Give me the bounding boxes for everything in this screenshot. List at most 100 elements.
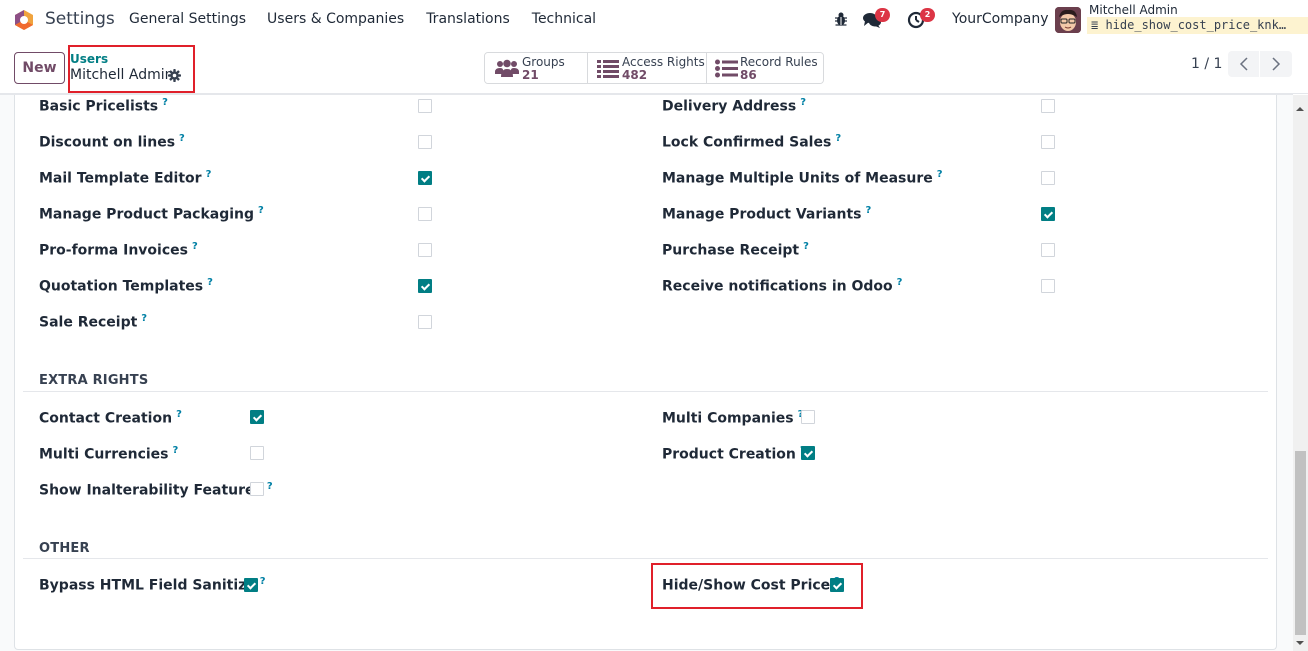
app-logo-icon[interactable]: [13, 9, 35, 31]
help-tooltip-icon[interactable]: ?: [206, 169, 212, 180]
pager-previous-button[interactable]: [1228, 51, 1260, 77]
field-label: Delivery Address?: [662, 97, 806, 115]
app-title[interactable]: Settings: [45, 9, 115, 29]
help-tooltip-icon[interactable]: ?: [267, 481, 273, 492]
checkbox-discount-on-lines[interactable]: [418, 135, 432, 149]
help-tooltip-icon[interactable]: ?: [835, 133, 841, 144]
users-icon: [495, 59, 519, 77]
control-panel-divider: [0, 94, 1293, 95]
help-tooltip-icon[interactable]: ?: [179, 133, 185, 144]
checkbox-manage-product-packaging[interactable]: [418, 207, 432, 221]
help-tooltip-icon[interactable]: ?: [800, 97, 806, 108]
user-name[interactable]: Mitchell Admin: [1089, 3, 1178, 17]
field-label: Discount on lines?: [39, 133, 185, 151]
field-label-text: Sale Receipt: [39, 314, 138, 331]
checkbox-contact-creation[interactable]: [250, 410, 264, 424]
section-divider: [23, 391, 1268, 392]
menu-users-companies[interactable]: Users & Companies: [267, 11, 404, 27]
checkbox-pro-forma-invoices[interactable]: [418, 243, 432, 257]
checkbox-product-creation[interactable]: [801, 446, 815, 460]
field-label-text: Multi Currencies: [39, 446, 169, 463]
field-label-text: Product Creation: [662, 446, 796, 463]
help-tooltip-icon[interactable]: ?: [897, 277, 903, 288]
database-icon: ≣: [1091, 18, 1106, 32]
checkbox-manage-product-variants[interactable]: [1041, 207, 1055, 221]
user-avatar[interactable]: [1055, 7, 1081, 33]
help-tooltip-icon[interactable]: ?: [192, 241, 198, 252]
checkbox-hide-show-cost-price[interactable]: [830, 578, 844, 592]
record-rules-label: Record Rules: [740, 55, 818, 69]
checkbox-mail-template-editor[interactable]: [418, 171, 432, 185]
field-label-text: Hide/Show Cost Price: [662, 577, 831, 594]
section-divider: [23, 558, 1268, 559]
groups-label: Groups: [522, 55, 565, 69]
access-rights-count: 482: [622, 68, 648, 82]
checkbox-delivery-address[interactable]: [1041, 99, 1055, 113]
scrollbar-thumb[interactable]: [1295, 451, 1306, 635]
record-rules-count: 86: [740, 68, 757, 82]
checkbox-multi-currencies[interactable]: [250, 446, 264, 460]
field-label-text: Receive notifications in Odoo: [662, 278, 893, 295]
help-tooltip-icon[interactable]: ?: [141, 313, 147, 324]
checkbox-multi-companies[interactable]: [801, 410, 815, 424]
chevron-left-icon: [1239, 57, 1248, 71]
help-tooltip-icon[interactable]: ?: [260, 576, 266, 587]
checkbox-quotation-templates[interactable]: [418, 279, 432, 293]
field-label-text: Basic Pricelists: [39, 98, 159, 115]
help-tooltip-icon[interactable]: ?: [803, 241, 809, 252]
field-label: Multi Companies?: [662, 409, 803, 427]
field-label: Sale Receipt?: [39, 313, 147, 331]
help-tooltip-icon[interactable]: ?: [162, 97, 168, 108]
help-tooltip-icon[interactable]: ?: [173, 445, 179, 456]
list-icon: [597, 60, 619, 78]
field-label-text: Bypass HTML Field Sanitize: [39, 577, 256, 594]
checkbox-basic-pricelists[interactable]: [418, 99, 432, 113]
field-label: Manage Product Packaging?: [39, 205, 264, 223]
access-rights-smart-button[interactable]: Access Rights 482: [588, 53, 707, 83]
checkbox-bypass-html-sanitize[interactable]: [244, 578, 258, 592]
scroll-up-arrow-icon[interactable]: [1296, 107, 1304, 111]
groups-count: 21: [522, 68, 539, 82]
field-label-text: Discount on lines: [39, 134, 176, 151]
help-tooltip-icon[interactable]: ?: [176, 409, 182, 420]
checkbox-manage-multiple-uom[interactable]: [1041, 171, 1055, 185]
checkbox-show-inalterability[interactable]: [250, 482, 264, 496]
checkbox-lock-confirmed-sales[interactable]: [1041, 135, 1055, 149]
help-tooltip-icon[interactable]: ?: [865, 205, 871, 216]
pager-next-button[interactable]: [1260, 51, 1292, 77]
help-tooltip-icon[interactable]: ?: [207, 277, 213, 288]
activity-count-badge: 2: [920, 8, 935, 22]
breadcrumb-current-record: Mitchell Admin: [70, 67, 174, 83]
checkbox-receive-notifications[interactable]: [1041, 279, 1055, 293]
database-name-text: hide_show_cost_price_knk…: [1105, 18, 1287, 32]
new-button[interactable]: New: [14, 52, 65, 84]
field-label-text: Contact Creation: [39, 410, 173, 427]
gear-icon[interactable]: [168, 69, 181, 82]
menu-technical[interactable]: Technical: [532, 11, 596, 27]
access-rights-label: Access Rights: [622, 55, 705, 69]
menu-general-settings[interactable]: General Settings: [129, 11, 246, 27]
help-tooltip-icon[interactable]: ?: [258, 205, 264, 216]
field-label: Manage Product Variants?: [662, 205, 871, 223]
scroll-down-arrow-icon[interactable]: [1296, 641, 1304, 645]
pager-buttons: [1228, 51, 1292, 77]
record-rules-smart-button[interactable]: Record Rules 86: [707, 53, 823, 83]
menu-translations[interactable]: Translations: [426, 11, 510, 27]
section-title-other: OTHER: [39, 541, 90, 556]
vertical-scrollbar[interactable]: [1293, 95, 1308, 651]
company-switcher[interactable]: YourCompany: [952, 11, 1049, 27]
main-menu: General Settings Users & Companies Trans…: [129, 11, 618, 27]
checkbox-purchase-receipt[interactable]: [1041, 243, 1055, 257]
messages-count-badge: 7: [875, 8, 890, 22]
groups-smart-button[interactable]: Groups 21: [485, 53, 588, 83]
checkbox-sale-receipt[interactable]: [418, 315, 432, 329]
breadcrumb-users[interactable]: Users: [70, 52, 108, 66]
field-label-text: Quotation Templates: [39, 278, 204, 295]
avatar-face-icon: [1055, 7, 1081, 33]
field-label: Receive notifications in Odoo?: [662, 277, 902, 295]
field-label: Product Creation?: [662, 445, 806, 463]
field-label: Quotation Templates?: [39, 277, 213, 295]
help-tooltip-icon[interactable]: ?: [937, 169, 943, 180]
debug-bug-icon[interactable]: [833, 11, 849, 27]
pager-value[interactable]: 1 / 1: [1191, 56, 1222, 72]
